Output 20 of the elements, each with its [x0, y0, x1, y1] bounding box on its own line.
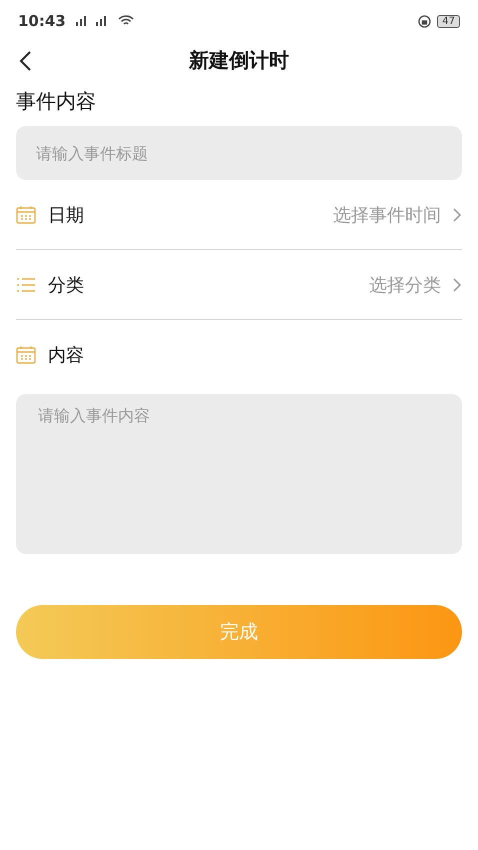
calendar-icon — [16, 206, 36, 224]
chevron-right-icon — [453, 278, 462, 292]
done-button[interactable]: 完成 — [16, 605, 462, 659]
title-input[interactable]: 请输入事件标题 — [16, 126, 462, 180]
calendar-icon — [16, 346, 36, 364]
row-label: 日期 — [48, 204, 85, 226]
status-time: 10:43 — [18, 12, 66, 30]
list-icon — [16, 276, 36, 292]
row-label: 分类 — [48, 274, 85, 296]
back-icon — [18, 50, 32, 72]
battery-level: 47 — [437, 14, 460, 28]
wifi-icon — [118, 15, 134, 27]
lock-rotation-icon — [418, 14, 432, 28]
chevron-right-icon — [453, 208, 462, 222]
picker-button[interactable]: 选择分类 — [369, 272, 462, 296]
page-title: 新建倒计时 — [189, 46, 289, 74]
picker-button[interactable]: 选择事件时间 — [333, 202, 462, 226]
section-label: 事件内容 — [16, 88, 97, 115]
row-label: 内容 — [48, 344, 85, 367]
content-input[interactable]: 请输入事件内容 — [16, 394, 462, 554]
